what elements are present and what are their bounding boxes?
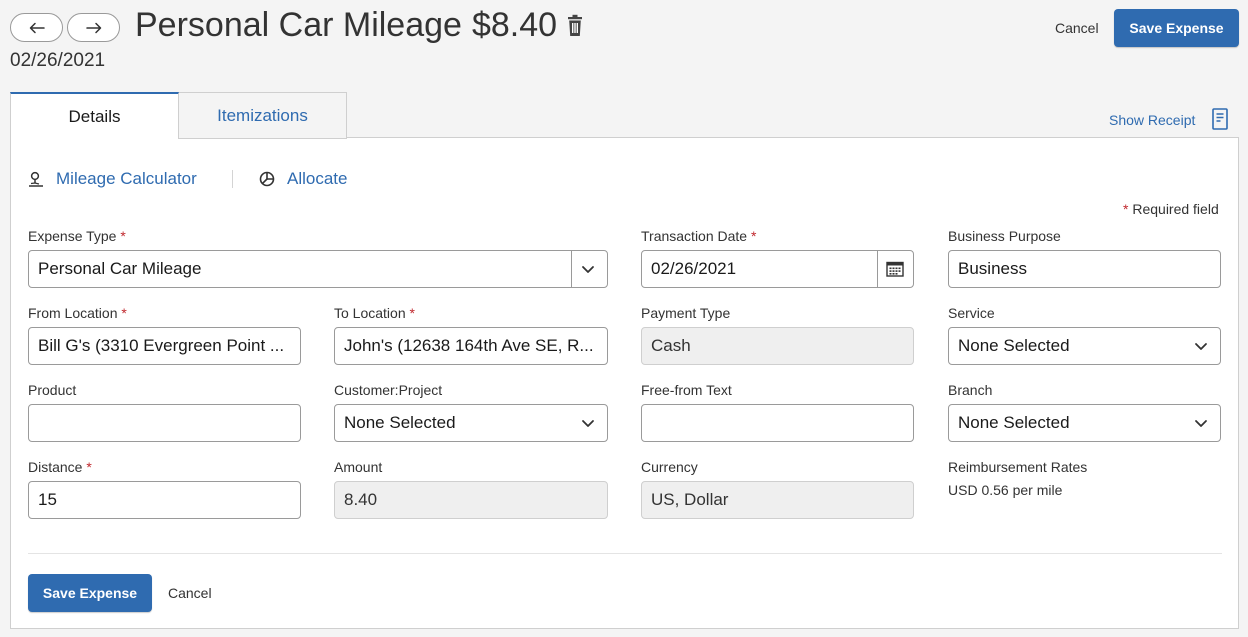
- map-pin-icon: [29, 171, 43, 187]
- expense-title: Personal Car Mileage: [135, 6, 462, 44]
- amount-label: Amount: [334, 459, 383, 475]
- expense-amount: $8.40: [471, 6, 558, 44]
- mileage-calculator-label: Mileage Calculator: [56, 169, 197, 188]
- business-purpose-label: Business Purpose: [948, 228, 1061, 244]
- trash-icon[interactable]: [566, 14, 584, 38]
- tools-divider: [232, 170, 233, 188]
- free-form-text-label: Free-from Text: [641, 382, 732, 398]
- calendar-icon[interactable]: [886, 261, 904, 277]
- mileage-calculator-link[interactable]: Mileage Calculator: [28, 169, 197, 189]
- amount-value: 8.40: [344, 490, 378, 509]
- expense-type-label: Expense Type: [28, 228, 117, 244]
- currency-value: US, Dollar: [651, 490, 729, 509]
- to-location-input[interactable]: John's (12638 164th Ave SE, R...: [334, 327, 608, 365]
- required-field-note: * Required field: [1123, 201, 1219, 217]
- reimbursement-rates-value: USD 0.56 per mile: [948, 482, 1063, 498]
- expense-type-select[interactable]: Personal Car Mileage: [28, 250, 608, 288]
- branch-label: Branch: [948, 382, 993, 398]
- transaction-date-input[interactable]: 02/26/2021: [641, 250, 914, 288]
- tab-details[interactable]: Details: [10, 92, 179, 139]
- expense-date: 02/26/2021: [10, 50, 106, 71]
- service-select[interactable]: None Selected: [948, 327, 1221, 365]
- transaction-date-value: 02/26/2021: [651, 259, 737, 278]
- footer-divider: [28, 553, 1222, 554]
- customer-project-label: Customer:Project: [334, 382, 443, 398]
- payment-type-value: Cash: [651, 336, 691, 355]
- distance-label: Distance: [28, 459, 83, 475]
- branch-value: None Selected: [958, 413, 1070, 432]
- business-purpose-input[interactable]: Business: [948, 250, 1221, 288]
- allocate-label: Allocate: [287, 169, 348, 188]
- date-divider: [877, 251, 878, 287]
- show-receipt-link[interactable]: Show Receipt: [1109, 112, 1195, 128]
- tab-itemizations[interactable]: Itemizations: [178, 92, 347, 139]
- from-location-input[interactable]: Bill G's (3310 Evergreen Point ...: [28, 327, 301, 365]
- payment-type-field: Cash: [641, 327, 914, 365]
- chevron-down-icon: [1195, 342, 1207, 350]
- service-label: Service: [948, 305, 995, 321]
- currency-label: Currency: [641, 459, 698, 475]
- page-header: Personal Car Mileage $8.40 02/26/2021 Ca…: [0, 0, 1248, 92]
- distance-label-wrap: Distance *: [28, 459, 92, 475]
- details-panel: [10, 137, 1239, 629]
- footer-save-expense-button[interactable]: Save Expense: [28, 574, 152, 612]
- customer-project-select[interactable]: None Selected: [334, 404, 608, 442]
- transaction-date-label-wrap: Transaction Date *: [641, 228, 757, 244]
- expense-type-value: Personal Car Mileage: [38, 259, 202, 278]
- transaction-date-label: Transaction Date: [641, 228, 748, 244]
- from-location-label: From Location: [28, 305, 118, 321]
- chevron-down-icon: [1195, 419, 1207, 427]
- free-form-text-input[interactable]: [641, 404, 914, 442]
- customer-project-value: None Selected: [344, 413, 456, 432]
- cancel-link[interactable]: Cancel: [1055, 20, 1099, 36]
- reimbursement-rates-label: Reimbursement Rates: [948, 459, 1088, 475]
- page-title: Personal Car Mileage $8.40: [135, 6, 584, 45]
- footer-cancel-link[interactable]: Cancel: [168, 585, 212, 601]
- to-location-value: John's (12638 164th Ave SE, R...: [344, 336, 594, 355]
- currency-field: US, Dollar: [641, 481, 914, 519]
- chevron-down-icon: [582, 265, 594, 273]
- service-value: None Selected: [958, 336, 1070, 355]
- from-location-value: Bill G's (3310 Evergreen Point ...: [38, 336, 285, 355]
- business-purpose-value: Business: [958, 259, 1027, 278]
- forward-button[interactable]: [67, 13, 120, 42]
- back-button[interactable]: [10, 13, 63, 42]
- arrow-right-icon: [85, 22, 101, 33]
- from-location-label-wrap: From Location *: [28, 305, 127, 321]
- select-divider: [571, 251, 572, 287]
- to-location-label-wrap: To Location *: [334, 305, 415, 321]
- amount-field: 8.40: [334, 481, 608, 519]
- branch-select[interactable]: None Selected: [948, 404, 1221, 442]
- chevron-down-icon: [582, 419, 594, 427]
- receipt-icon[interactable]: [1212, 108, 1228, 130]
- product-input[interactable]: [28, 404, 301, 442]
- required-field-label: Required field: [1132, 201, 1219, 217]
- payment-type-label: Payment Type: [641, 305, 731, 321]
- arrow-left-icon: [29, 22, 45, 33]
- distance-input[interactable]: 15: [28, 481, 301, 519]
- pie-chart-icon: [259, 171, 275, 187]
- save-expense-button[interactable]: Save Expense: [1114, 9, 1239, 47]
- distance-value: 15: [38, 490, 57, 509]
- allocate-link[interactable]: Allocate: [259, 169, 347, 189]
- product-label: Product: [28, 382, 77, 398]
- to-location-label: To Location: [334, 305, 406, 321]
- expense-type-label-wrap: Expense Type *: [28, 228, 126, 244]
